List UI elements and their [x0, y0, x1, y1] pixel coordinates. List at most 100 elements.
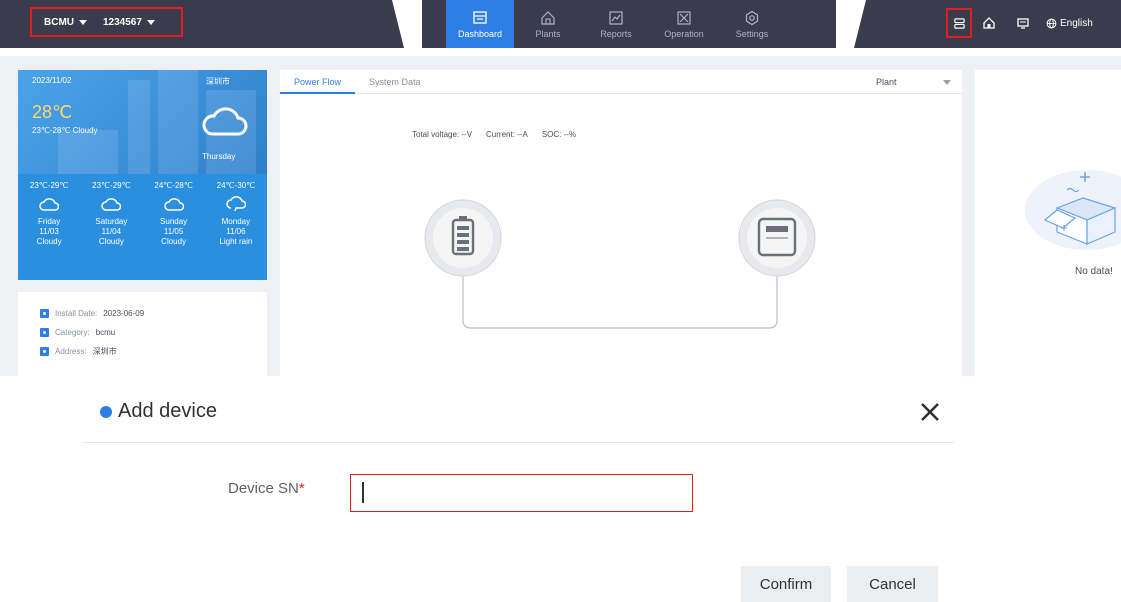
- company-name: BCMU: [44, 16, 74, 28]
- building-decor: [58, 130, 118, 174]
- language-label: English: [1060, 17, 1093, 29]
- title-dot-icon: [100, 405, 112, 418]
- side-panel: No data!: [975, 70, 1121, 382]
- server-icon: [953, 17, 965, 29]
- nav-label: Plants: [535, 28, 561, 39]
- plant-selector: BCMU 1234567: [30, 7, 183, 37]
- server-button[interactable]: [946, 8, 972, 38]
- dashboard-icon: [473, 10, 487, 24]
- category-row: Category: bcmu: [40, 323, 267, 342]
- forecast-day: 23℃-29℃ Saturday 11/04 Cloudy: [80, 174, 142, 280]
- home-button[interactable]: [972, 16, 1006, 30]
- empty-box-icon: [1025, 170, 1121, 250]
- plants-icon: [541, 10, 555, 25]
- forecast-weekday: Monday: [221, 217, 251, 226]
- dialog-divider: [82, 442, 954, 443]
- weather-weekday: Thursday: [202, 152, 236, 161]
- cloudy-icon: [39, 198, 60, 211]
- chevron-down-icon: [146, 19, 155, 25]
- inverter-node: [738, 199, 816, 277]
- cloudy-icon: [202, 107, 248, 136]
- building-decor: [128, 80, 150, 174]
- address-value: 深圳市: [92, 347, 117, 356]
- forecast-condition: Light rain: [219, 237, 253, 246]
- device-sn-input[interactable]: [350, 474, 693, 512]
- screen-button[interactable]: [1006, 16, 1040, 30]
- building-decor: [158, 70, 198, 174]
- category-value: bcmu: [95, 328, 116, 337]
- header-divider: [392, 0, 422, 48]
- chevron-down-icon: [79, 19, 87, 25]
- weather-city: 深圳市: [206, 77, 230, 86]
- weather-date: 2023/11/02: [32, 76, 72, 85]
- main-nav: Dashboard Plants Reports Operation Setti…: [446, 0, 786, 48]
- plant-info-card: Install Date: 2023-06-09 Category: bcmu …: [18, 292, 267, 382]
- close-icon[interactable]: [916, 398, 944, 426]
- forecast-day: 24℃-28℃ Sunday 11/05 Cloudy: [143, 174, 205, 280]
- cloudy-icon: [163, 198, 184, 211]
- flow-line: [462, 276, 778, 329]
- monitor-icon: [1017, 18, 1029, 29]
- forecast-weekday: Sunday: [160, 217, 188, 226]
- forecast-range: 23℃-29℃: [92, 181, 131, 190]
- forecast-weekday: Friday: [38, 217, 61, 226]
- category-label: Category:: [55, 328, 90, 337]
- language-switch[interactable]: English: [1046, 18, 1093, 29]
- nav-reports[interactable]: Reports: [582, 0, 650, 48]
- forecast-range: 24℃-28℃: [154, 181, 193, 190]
- header-actions: English: [946, 8, 1093, 38]
- address-label: Address:: [55, 347, 87, 356]
- device-sn-label-text: Device SN: [228, 480, 299, 497]
- header-divider: [836, 0, 866, 48]
- cancel-button[interactable]: Cancel: [847, 566, 938, 602]
- empty-state-text: No data!: [1075, 266, 1113, 277]
- forecast-condition: Cloudy: [36, 237, 62, 246]
- install-date-row: Install Date: 2023-06-09: [40, 304, 267, 323]
- forecast-date: 11/06: [226, 227, 246, 236]
- weather-description: 23℃-28℃ Cloudy: [32, 126, 98, 135]
- location-icon: [40, 347, 49, 356]
- forecast-date: 11/05: [163, 227, 184, 236]
- nav-label: Dashboard: [457, 28, 503, 39]
- install-date-label: Install Date:: [55, 309, 98, 318]
- forecast-weekday: Saturday: [95, 217, 128, 226]
- nav-plants[interactable]: Plants: [514, 0, 582, 48]
- forecast-condition: Cloudy: [161, 237, 187, 246]
- light-rain-icon: [226, 196, 246, 212]
- calendar-icon: [40, 309, 49, 318]
- nav-label: Settings: [735, 28, 769, 39]
- company-dropdown[interactable]: BCMU: [44, 17, 87, 28]
- nav-dashboard[interactable]: Dashboard: [446, 0, 514, 48]
- dialog-title-text: Add device: [118, 400, 217, 422]
- app-root: BCMU 1234567 Dashboard Plants Reports Op…: [0, 0, 1121, 602]
- device-sn-label: Device SN*: [228, 480, 305, 497]
- power-flow-diagram: [424, 199, 816, 329]
- category-icon: [40, 328, 49, 337]
- nav-label: Operation: [664, 28, 704, 39]
- home-icon: [983, 17, 995, 29]
- plant-id-dropdown[interactable]: 1234567: [103, 17, 155, 28]
- weather-forecast: 23℃-29℃ Friday 11/03 Cloudy 23℃-29℃ Satu…: [18, 174, 267, 280]
- install-date-value: 2023-06-09: [103, 309, 145, 318]
- nav-settings[interactable]: Settings: [718, 0, 786, 48]
- forecast-day: 23℃-29℃ Friday 11/03 Cloudy: [18, 174, 80, 280]
- forecast-range: 23℃-29℃: [29, 181, 69, 190]
- required-mark: *: [298, 480, 305, 497]
- forecast-date: 11/03: [39, 227, 59, 236]
- weather-card: 2023/11/02 深圳市 28℃ 23℃-28℃ Cloudy Thursd…: [18, 70, 267, 280]
- settings-icon: [745, 10, 759, 25]
- address-row: Address: 深圳市: [40, 342, 267, 361]
- nav-operation[interactable]: Operation: [650, 0, 718, 48]
- text-cursor: [362, 482, 364, 503]
- battery-node: [424, 199, 502, 277]
- dialog-title: Add device: [100, 400, 217, 423]
- forecast-condition: Cloudy: [98, 237, 124, 246]
- confirm-button[interactable]: Confirm: [741, 566, 831, 602]
- add-device-dialog: Add device Device SN* Confirm Cancel: [0, 376, 1121, 602]
- forecast-range: 24℃-30℃: [216, 181, 256, 190]
- operation-icon: [677, 10, 691, 25]
- cloudy-icon: [101, 198, 122, 211]
- globe-icon: [1046, 18, 1057, 28]
- plant-id: 1234567: [103, 16, 142, 28]
- weather-temperature: 28℃: [32, 102, 73, 122]
